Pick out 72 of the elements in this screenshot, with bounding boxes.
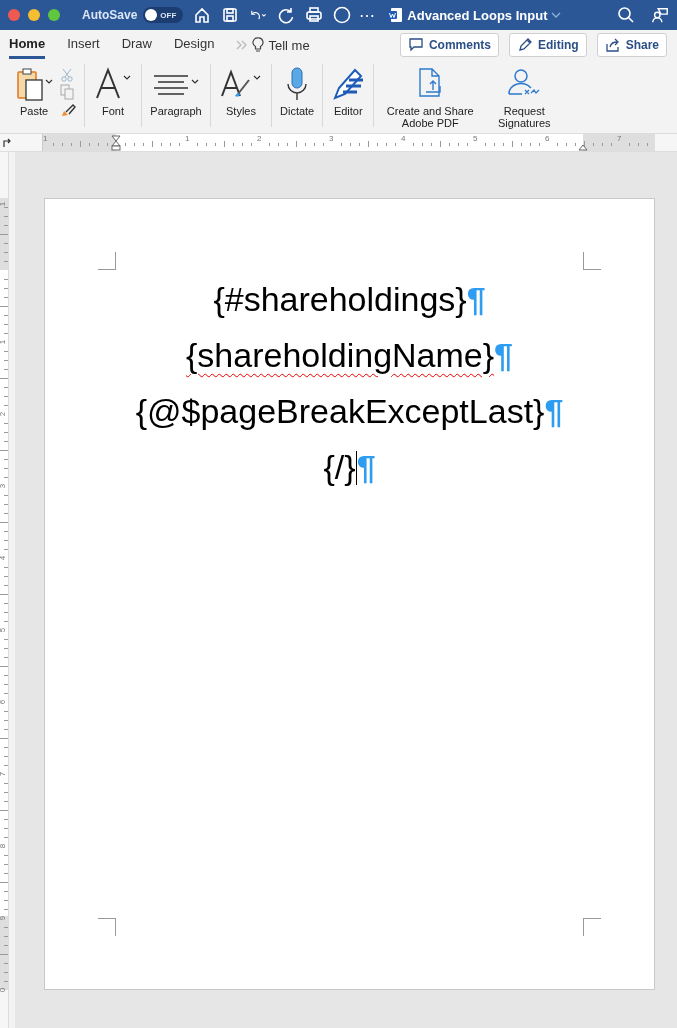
margin-corner-mark [98,252,116,270]
caret-icon[interactable] [551,11,562,19]
ruler-number: 9 [0,915,8,921]
ribbon-tab[interactable]: Draw [121,31,152,59]
comments-button[interactable]: Comments [399,33,499,57]
document-title: Advanced Loops Input [407,7,548,23]
save-icon[interactable] [221,6,240,24]
ruler-number: 4 [0,555,8,561]
autosave-toggle[interactable]: OFF [143,7,184,23]
ruler-number: 0 [0,987,8,993]
ruler-number: 4 [401,135,406,143]
paragraph-mark: ¶ [544,392,564,430]
paragraph-mark: ¶ [494,336,513,374]
document-text: {/} [323,448,356,486]
ruler-number: 5 [0,627,8,633]
paste-button[interactable]: Paste [14,66,54,118]
signatures-button[interactable]: Request Signatures [494,66,555,129]
document-text: {#shareholdings} [213,280,467,318]
dictate-button[interactable]: Dictate [280,66,315,117]
indent-arrow-icon [2,138,12,148]
pdf-button[interactable]: Create and Share Adobe PDF [382,66,479,129]
lightbulb-icon [252,37,265,53]
microphone-icon [285,66,310,102]
pen-icon [331,66,366,102]
ruler-number: 1 [0,339,8,345]
styles-button[interactable]: Styles [219,66,263,117]
redo-icon[interactable] [277,6,296,24]
margin-corner-mark [583,918,601,936]
document-text: {@$pageBreakExceptLast} [135,392,545,430]
ruler-number: 1 [0,201,8,207]
font-button[interactable]: Font [93,66,133,117]
ruler-number: 8 [0,843,8,849]
ruler-number: 7 [617,135,622,143]
ruler-number: 1 [185,135,190,143]
ruler-number: 1 [43,135,48,143]
ruler-number: 7 [0,771,8,777]
margin-corner-mark [98,918,116,936]
minimize-button[interactable] [28,9,40,21]
ruler-number: 2 [0,411,8,417]
share-icon [604,37,621,53]
autosave-label: AutoSave [82,8,138,22]
indent-marker-icon[interactable] [111,135,121,151]
pencil-icon [516,37,533,53]
paragraph-mark: ¶ [466,280,486,318]
chat-icon[interactable] [651,6,669,24]
circle-icon[interactable] [333,6,352,24]
paragraph-mark: ¶ [356,448,376,486]
print-icon[interactable] [305,6,324,24]
margin-corner-mark [583,252,601,270]
share-button[interactable]: Share [596,33,667,57]
search-icon[interactable] [617,6,635,24]
paragraph-button[interactable]: Paragraph [150,66,202,117]
word-document-icon [387,7,404,23]
more-button[interactable]: ⋯ [359,5,376,25]
ribbon-tab[interactable]: Insert [67,31,100,59]
ruler-number: 2 [257,135,262,143]
editing-button[interactable]: Editing [508,33,587,57]
clipboard-icon [14,66,54,102]
double-chevron-icon [236,40,249,50]
editor-button[interactable]: Editor [331,66,366,117]
zoom-button[interactable] [48,9,60,21]
format-brush-icon[interactable] [60,102,76,118]
ruler-number: 6 [0,699,8,705]
comment-icon [407,37,424,53]
ribbon-tab[interactable]: Design [174,31,215,59]
home-icon[interactable] [193,6,212,24]
document-text: {shareholdingName} [186,336,495,374]
ruler-number: 3 [329,135,334,143]
ruler-number: 5 [473,135,478,143]
ruler-number: 6 [545,135,550,143]
tell-me-field[interactable]: Tell me [252,37,310,53]
ruler-number: 3 [0,483,8,489]
